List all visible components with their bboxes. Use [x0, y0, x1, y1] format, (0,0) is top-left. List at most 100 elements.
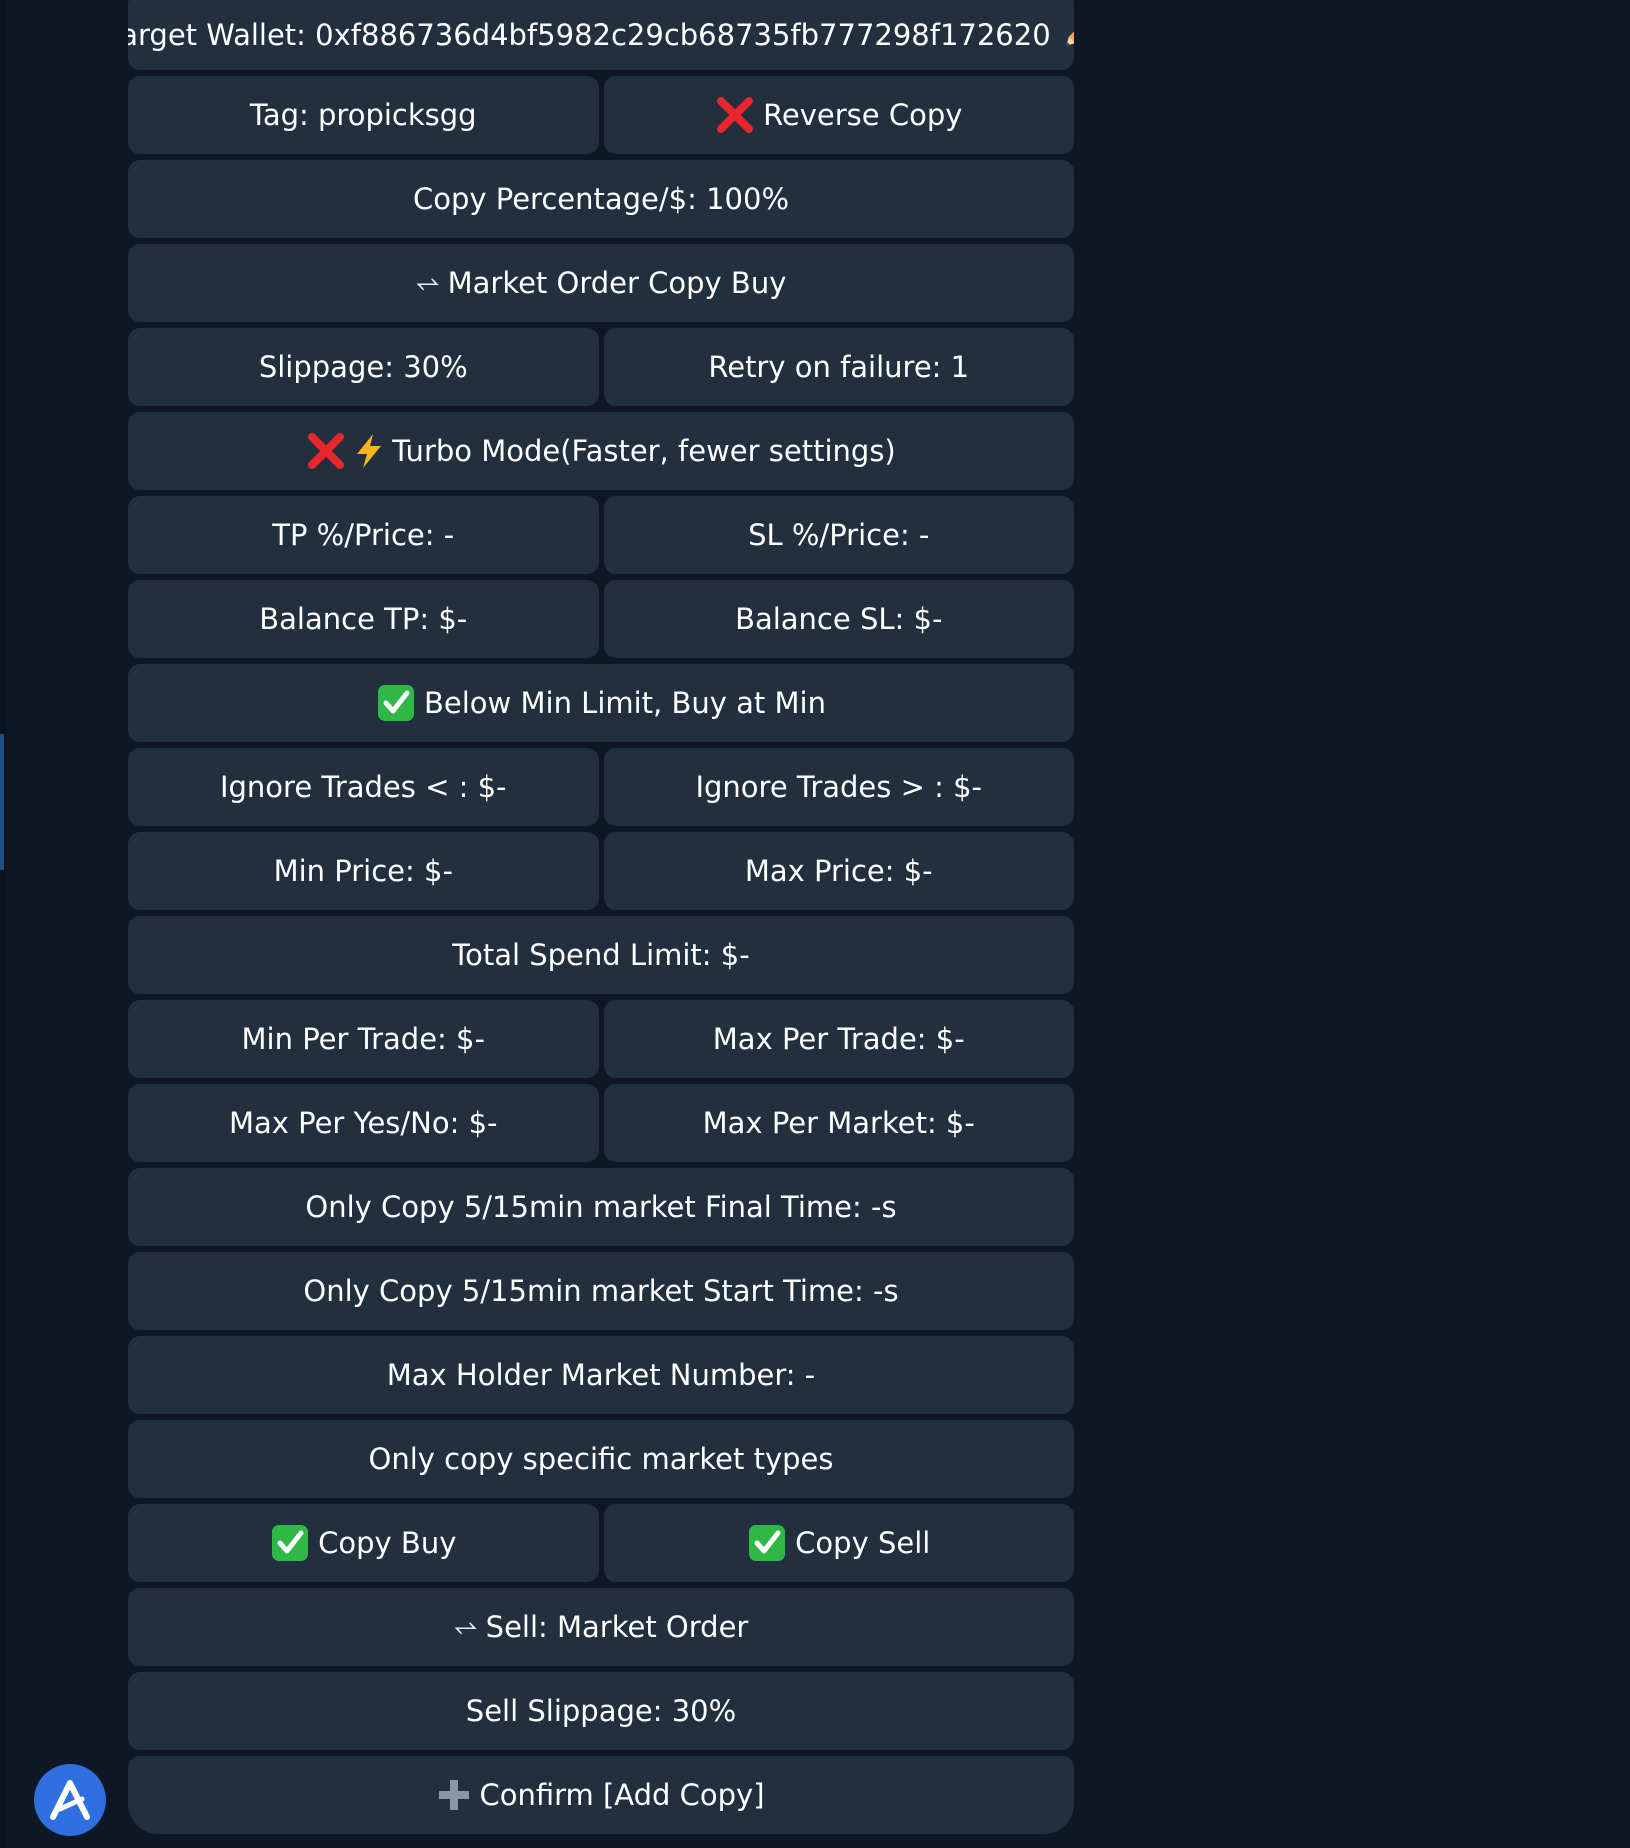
max-per-market-button[interactable]: Max Per Market: $- — [603, 1084, 1074, 1162]
copy-sell-button[interactable]: Copy Sell — [603, 1504, 1074, 1582]
green-check-icon — [376, 683, 416, 723]
left-sidebar-active-indicator — [0, 734, 4, 870]
sl-price-button[interactable]: SL %/Price: - — [603, 496, 1074, 574]
retry-on-failure-button[interactable]: Retry on failure: 1 — [603, 328, 1074, 406]
keyboard-row: Only Copy 5/15min market Start Time: -s — [128, 1252, 1074, 1330]
keyboard-row: Sell Slippage: 30% — [128, 1672, 1074, 1750]
total-spend-limit-button[interactable]: Total Spend Limit: $- — [128, 916, 1074, 994]
min-price-label: Min Price: $- — [273, 853, 453, 888]
keyboard-row: Copy Percentage/$: 100% — [128, 160, 1074, 238]
turbo-mode-label: Turbo Mode(Faster, fewer settings) — [392, 433, 896, 468]
keyboard-row: TP %/Price: - SL %/Price: - — [128, 496, 1074, 574]
min-price-button[interactable]: Min Price: $- — [128, 832, 599, 910]
keyboard-row: Only Copy 5/15min market Final Time: -s — [128, 1168, 1074, 1246]
start-time-label: Only Copy 5/15min market Start Time: -s — [303, 1273, 899, 1308]
ignore-trades-above-button[interactable]: Ignore Trades > : $- — [603, 748, 1074, 826]
max-price-label: Max Price: $- — [744, 853, 933, 888]
confirm-add-copy-button[interactable]: Confirm [Add Copy] — [128, 1756, 1074, 1834]
ignore-trades-above-label: Ignore Trades > : $- — [695, 769, 983, 804]
min-per-trade-button[interactable]: Min Per Trade: $- — [128, 1000, 599, 1078]
green-check-icon — [747, 1523, 787, 1563]
tp-price-label: TP %/Price: - — [272, 517, 455, 552]
swap-arrows-icon: ⥋ — [415, 265, 440, 300]
keyboard-row: Confirm [Add Copy] — [128, 1756, 1074, 1834]
app-logo-button[interactable] — [34, 1764, 106, 1836]
keyboard-row: Max Holder Market Number: - — [128, 1336, 1074, 1414]
max-per-yes-no-button[interactable]: Max Per Yes/No: $- — [128, 1084, 599, 1162]
copy-percentage-label: Copy Percentage/$: 100% — [412, 181, 790, 216]
turbo-mode-button[interactable]: Turbo Mode(Faster, fewer settings) — [128, 412, 1074, 490]
retry-on-failure-label: Retry on failure: 1 — [708, 349, 970, 384]
target-wallet-button[interactable]: Target Wallet: 0xf886736d4bf5982c29cb687… — [128, 0, 1074, 70]
final-time-label: Only Copy 5/15min market Final Time: -s — [305, 1189, 897, 1224]
keyboard-row: ⥋ Sell: Market Order — [128, 1588, 1074, 1666]
reverse-copy-button[interactable]: Reverse Copy — [603, 76, 1074, 154]
balance-sl-button[interactable]: Balance SL: $- — [603, 580, 1074, 658]
keyboard-row: Copy Buy Copy Sell — [128, 1504, 1074, 1582]
keyboard-row: Max Per Yes/No: $- Max Per Market: $- — [128, 1084, 1074, 1162]
left-sidebar-edge — [0, 0, 5, 1848]
sl-price-label: SL %/Price: - — [748, 517, 930, 552]
reverse-copy-label: Reverse Copy — [763, 97, 963, 132]
copy-percentage-button[interactable]: Copy Percentage/$: 100% — [128, 160, 1074, 238]
keyboard-row: ⥋ Market Order Copy Buy — [128, 244, 1074, 322]
keyboard-row: Tag: propicksgg Reverse Copy — [128, 76, 1074, 154]
max-per-market-label: Max Per Market: $- — [702, 1105, 975, 1140]
sell-market-order-button[interactable]: ⥋ Sell: Market Order — [128, 1588, 1074, 1666]
copy-buy-label: Copy Buy — [318, 1525, 457, 1560]
copy-buy-button[interactable]: Copy Buy — [128, 1504, 599, 1582]
balance-tp-label: Balance TP: $- — [259, 601, 468, 636]
green-check-icon — [270, 1523, 310, 1563]
slippage-label: Slippage: 30% — [258, 349, 468, 384]
keyboard-row: Slippage: 30% Retry on failure: 1 — [128, 328, 1074, 406]
balance-tp-button[interactable]: Balance TP: $- — [128, 580, 599, 658]
keyboard-row: Only copy specific market types — [128, 1420, 1074, 1498]
sell-market-order-label: Sell: Market Order — [485, 1609, 749, 1644]
keyboard-row: Below Min Limit, Buy at Min — [128, 664, 1074, 742]
keyboard-row: Ignore Trades < : $- Ignore Trades > : $… — [128, 748, 1074, 826]
final-time-button[interactable]: Only Copy 5/15min market Final Time: -s — [128, 1168, 1074, 1246]
ignore-trades-below-label: Ignore Trades < : $- — [219, 769, 507, 804]
app-logo-icon — [47, 1777, 93, 1823]
tag-button[interactable]: Tag: propicksgg — [128, 76, 599, 154]
total-spend-limit-label: Total Spend Limit: $- — [452, 937, 750, 972]
telegram-chat-view: Target Wallet: 0xf886736d4bf5982c29cb687… — [0, 0, 1630, 1848]
target-wallet-label: Target Wallet: 0xf886736d4bf5982c29cb687… — [128, 17, 1051, 52]
lightning-icon — [354, 433, 384, 469]
sell-slippage-button[interactable]: Sell Slippage: 30% — [128, 1672, 1074, 1750]
keyboard-row: Min Price: $- Max Price: $- — [128, 832, 1074, 910]
balance-sl-label: Balance SL: $- — [735, 601, 943, 636]
sell-slippage-label: Sell Slippage: 30% — [465, 1693, 737, 1728]
tp-price-button[interactable]: TP %/Price: - — [128, 496, 599, 574]
max-per-trade-label: Max Per Trade: $- — [712, 1021, 965, 1056]
keyboard-row: Turbo Mode(Faster, fewer settings) — [128, 412, 1074, 490]
max-per-yes-no-label: Max Per Yes/No: $- — [228, 1105, 498, 1140]
keyboard-row: Total Spend Limit: $- — [128, 916, 1074, 994]
red-cross-icon — [715, 95, 755, 135]
ignore-trades-below-button[interactable]: Ignore Trades < : $- — [128, 748, 599, 826]
pencil-icon — [1059, 17, 1074, 53]
min-per-trade-label: Min Per Trade: $- — [241, 1021, 485, 1056]
specific-market-types-label: Only copy specific market types — [368, 1441, 834, 1476]
keyboard-row: Target Wallet: 0xf886736d4bf5982c29cb687… — [128, 0, 1074, 70]
below-min-limit-button[interactable]: Below Min Limit, Buy at Min — [128, 664, 1074, 742]
tag-label: Tag: propicksgg — [249, 97, 477, 132]
market-order-copy-buy-button[interactable]: ⥋ Market Order Copy Buy — [128, 244, 1074, 322]
keyboard-row: Min Per Trade: $- Max Per Trade: $- — [128, 1000, 1074, 1078]
below-min-limit-label: Below Min Limit, Buy at Min — [424, 685, 826, 720]
red-cross-icon — [306, 431, 346, 471]
max-per-trade-button[interactable]: Max Per Trade: $- — [603, 1000, 1074, 1078]
inline-keyboard: Target Wallet: 0xf886736d4bf5982c29cb687… — [128, 0, 1074, 1834]
confirm-add-copy-label: Confirm [Add Copy] — [479, 1777, 765, 1812]
keyboard-row: Balance TP: $- Balance SL: $- — [128, 580, 1074, 658]
start-time-button[interactable]: Only Copy 5/15min market Start Time: -s — [128, 1252, 1074, 1330]
max-holder-market-number-label: Max Holder Market Number: - — [386, 1357, 816, 1392]
swap-arrows-icon: ⥋ — [453, 1609, 478, 1644]
market-order-copy-buy-label: Market Order Copy Buy — [447, 265, 787, 300]
specific-market-types-button[interactable]: Only copy specific market types — [128, 1420, 1074, 1498]
max-price-button[interactable]: Max Price: $- — [603, 832, 1074, 910]
slippage-button[interactable]: Slippage: 30% — [128, 328, 599, 406]
copy-sell-label: Copy Sell — [795, 1525, 931, 1560]
plus-icon — [437, 1778, 471, 1812]
max-holder-market-number-button[interactable]: Max Holder Market Number: - — [128, 1336, 1074, 1414]
